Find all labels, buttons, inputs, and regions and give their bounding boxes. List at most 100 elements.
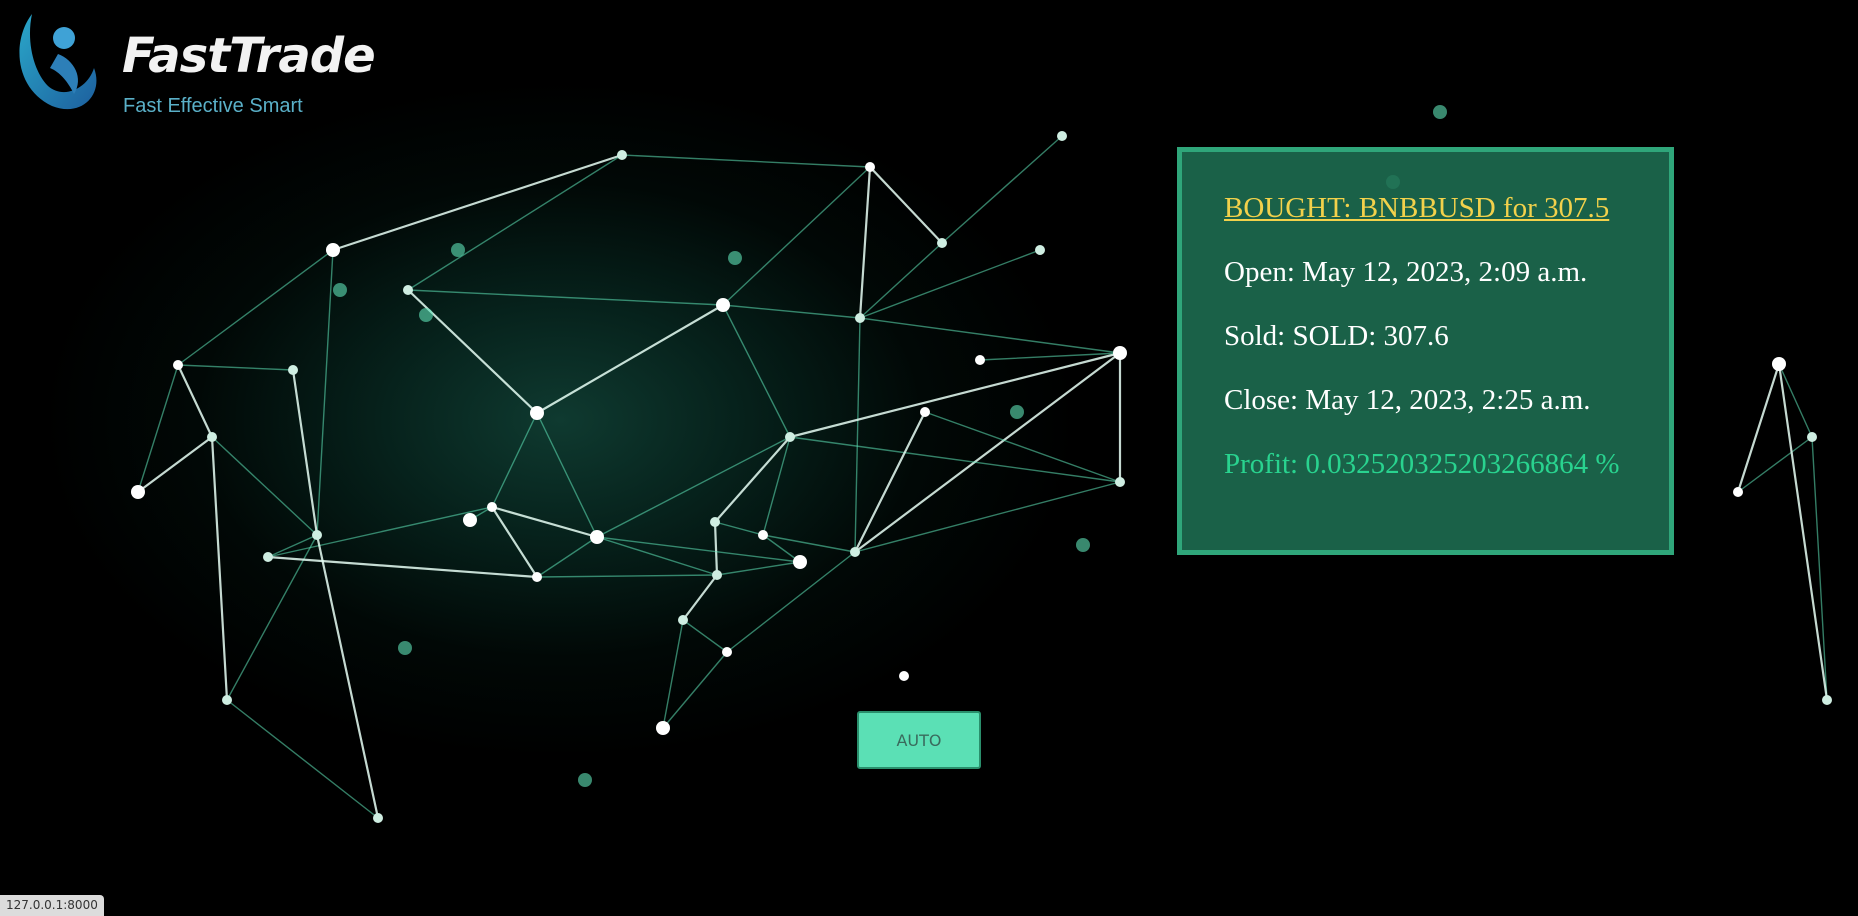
network-line: [726, 551, 856, 653]
network-line: [762, 534, 856, 553]
network-node: [920, 407, 930, 417]
network-line: [176, 363, 214, 439]
network-node: [463, 513, 477, 527]
network-node: [530, 406, 544, 420]
network-line: [858, 165, 872, 320]
network-line: [137, 364, 179, 493]
network-line: [859, 249, 1041, 319]
network-node: [207, 432, 217, 442]
network-line: [267, 506, 493, 558]
network-node: [1115, 477, 1125, 487]
network-node: [758, 530, 768, 540]
network-line: [854, 317, 861, 553]
network-line: [713, 520, 719, 577]
network-line: [662, 619, 684, 729]
glow-particle: [1076, 538, 1090, 552]
network-line: [662, 651, 728, 729]
network-line: [407, 154, 623, 291]
logo-title: FastTrade: [122, 28, 376, 84]
network-line: [177, 249, 334, 366]
network-node: [937, 238, 947, 248]
logo-mark-icon: [19, 14, 97, 110]
network-line: [853, 351, 1122, 554]
network-node: [975, 355, 985, 365]
network-node: [403, 285, 413, 295]
network-line: [211, 436, 318, 536]
network-line: [941, 135, 1063, 244]
network-node: [590, 530, 604, 544]
logo: FastTrade Fast Effective Smart: [12, 10, 392, 125]
network-node: [850, 547, 860, 557]
network-line: [535, 303, 725, 415]
network-line: [788, 351, 1122, 439]
glow-particle: [1010, 405, 1024, 419]
network-node: [1733, 487, 1743, 497]
glow-particle: [398, 641, 412, 655]
network-line: [1736, 362, 1781, 494]
network-node: [222, 695, 232, 705]
trade-card: BOUGHT: BNBBUSD for 307.5 Open: May 12, …: [1177, 147, 1674, 555]
network-line: [722, 166, 871, 306]
network-node: [712, 570, 722, 580]
network-line: [291, 368, 319, 537]
network-node: [617, 150, 627, 160]
network-node: [131, 485, 145, 499]
network-line: [868, 165, 944, 245]
network-node: [487, 502, 497, 512]
network-line: [859, 242, 943, 319]
network-node: [722, 647, 732, 657]
network-node: [373, 813, 383, 823]
network-line: [722, 304, 791, 438]
network-line: [177, 364, 294, 371]
network-node: [1822, 695, 1832, 705]
glow-particle: [419, 308, 433, 322]
network-line: [536, 536, 598, 578]
network-node: [678, 615, 688, 625]
network-node: [1807, 432, 1817, 442]
network-node: [710, 517, 720, 527]
network-node: [263, 552, 273, 562]
bought-link[interactable]: BOUGHT: BNBBUSD for 307.5: [1224, 194, 1609, 223]
page: FastTrade Fast Effective Smart BOUGHT: B…: [0, 0, 1858, 916]
network-line: [536, 412, 598, 538]
network-node: [1057, 131, 1067, 141]
network-node: [855, 313, 865, 323]
network-node: [288, 365, 298, 375]
network-node: [793, 555, 807, 569]
network-line: [596, 536, 718, 576]
network-line: [716, 561, 801, 576]
network-node: [532, 572, 542, 582]
network-line: [1777, 362, 1829, 702]
network-line: [722, 304, 861, 319]
network-line: [596, 536, 801, 563]
network-node: [1113, 346, 1127, 360]
logo-tagline: Fast Effective Smart: [123, 95, 303, 117]
glow-particle: [1433, 105, 1447, 119]
network-line: [136, 435, 214, 494]
network-line: [536, 574, 718, 578]
close-time: Close: May 12, 2023, 2:25 a.m.: [1224, 384, 1591, 416]
network-line: [859, 317, 1121, 354]
network-line: [681, 573, 719, 622]
network-node: [785, 432, 795, 442]
network-line: [331, 153, 624, 252]
network-line: [789, 436, 1121, 483]
network-line: [491, 412, 538, 508]
network-node: [173, 360, 183, 370]
network-line: [714, 521, 764, 536]
network-line: [267, 534, 318, 558]
status-bar-url: 127.0.0.1:8000: [0, 895, 104, 916]
glow-particle: [578, 773, 592, 787]
network-line: [1737, 436, 1813, 493]
network-line: [316, 249, 334, 536]
network-node: [312, 530, 322, 540]
network-node: [899, 671, 909, 681]
auto-button[interactable]: AUTO: [857, 711, 981, 769]
glow-particle: [451, 243, 465, 257]
network-line: [210, 435, 229, 702]
network-line: [407, 289, 724, 306]
network-node: [716, 298, 730, 312]
open-time: Open: May 12, 2023, 2:09 a.m.: [1224, 256, 1588, 288]
glow-particle: [728, 251, 742, 265]
network-line: [1811, 436, 1828, 701]
